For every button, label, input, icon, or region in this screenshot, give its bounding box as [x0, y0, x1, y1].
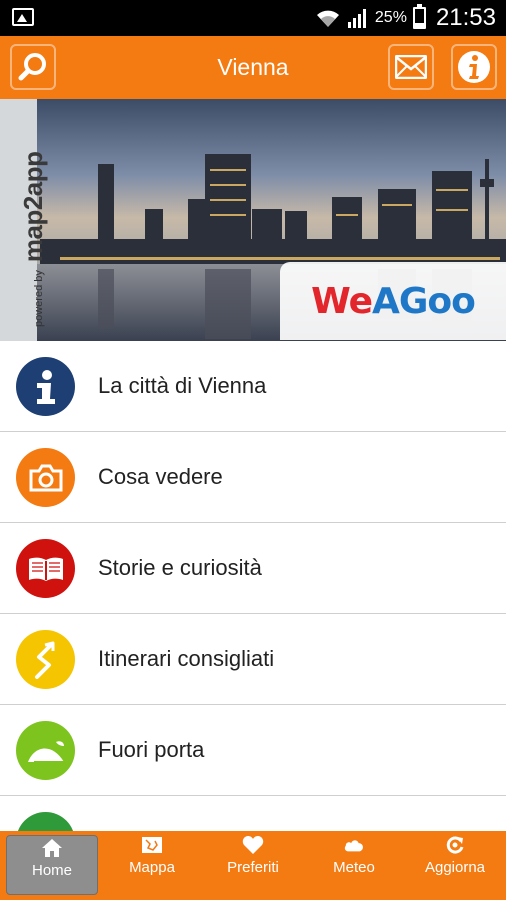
nav-label: Preferiti: [227, 859, 279, 876]
mail-icon: [395, 55, 427, 79]
nav-label: Aggiorna: [424, 859, 486, 876]
map2app-logo: map2app: [18, 151, 48, 263]
list-item-fuori-porta[interactable]: Fuori porta: [0, 705, 506, 796]
bottom-nav: Home Mappa Preferiti Meteo Aggiorna: [0, 831, 506, 900]
refresh-icon: [444, 835, 466, 855]
list-item-label: Storie e curiosità: [98, 555, 262, 580]
list-item-la-citta[interactable]: La città di Vienna: [0, 341, 506, 432]
map-icon: [141, 835, 163, 855]
signal-icon: [347, 9, 366, 28]
list-item-partial[interactable]: [0, 796, 506, 831]
nav-preferiti[interactable]: Preferiti: [207, 833, 299, 893]
nav-label: Home: [31, 862, 72, 879]
nav-mappa[interactable]: Mappa: [106, 833, 198, 893]
list-item-itinerari[interactable]: Itinerari consigliati: [0, 614, 506, 705]
nav-label: Meteo: [333, 859, 375, 876]
app-header: Vienna: [0, 36, 506, 99]
list-item-cosa-vedere[interactable]: Cosa vedere: [0, 432, 506, 523]
mail-button[interactable]: [388, 44, 434, 90]
nav-home[interactable]: Home: [6, 835, 98, 895]
list-item-label: La città di Vienna: [98, 373, 267, 398]
nav-label: Mappa: [129, 859, 175, 876]
menu-list: La città di Vienna Cosa vedere Storie e …: [0, 341, 506, 831]
list-item-label: Itinerari consigliati: [98, 646, 275, 671]
battery-icon: [412, 4, 426, 29]
route-icon: [16, 630, 75, 689]
hill-icon: [16, 721, 75, 780]
info-icon: [458, 51, 490, 83]
camera-icon: [16, 448, 75, 507]
list-item-storie[interactable]: Storie e curiosità: [0, 523, 506, 614]
powered-by-strip: powered by map2app: [0, 99, 48, 341]
powered-by-text: powered by: [33, 270, 45, 327]
gallery-notification-icon: [12, 8, 34, 26]
home-icon: [41, 838, 63, 858]
info-icon: [16, 357, 75, 416]
info-button[interactable]: [451, 44, 497, 90]
list-item-label: Fuori porta: [98, 737, 205, 762]
status-bar: 25% 21:53: [0, 0, 506, 36]
cloud-icon: [343, 835, 365, 855]
nav-meteo[interactable]: Meteo: [308, 833, 400, 893]
city-banner: powered by map2app WeAGoo: [0, 99, 506, 341]
list-item-label: Cosa vedere: [98, 464, 223, 489]
menu-item-icon: [16, 812, 75, 831]
weagoo-logo: WeAGoo: [280, 262, 506, 340]
wifi-icon: [316, 10, 339, 27]
book-icon: [16, 539, 75, 598]
clock: 21:53: [435, 4, 496, 31]
nav-aggiorna[interactable]: Aggiorna: [409, 833, 501, 893]
heart-icon: [242, 835, 264, 855]
battery-percentage: 25%: [374, 9, 407, 26]
